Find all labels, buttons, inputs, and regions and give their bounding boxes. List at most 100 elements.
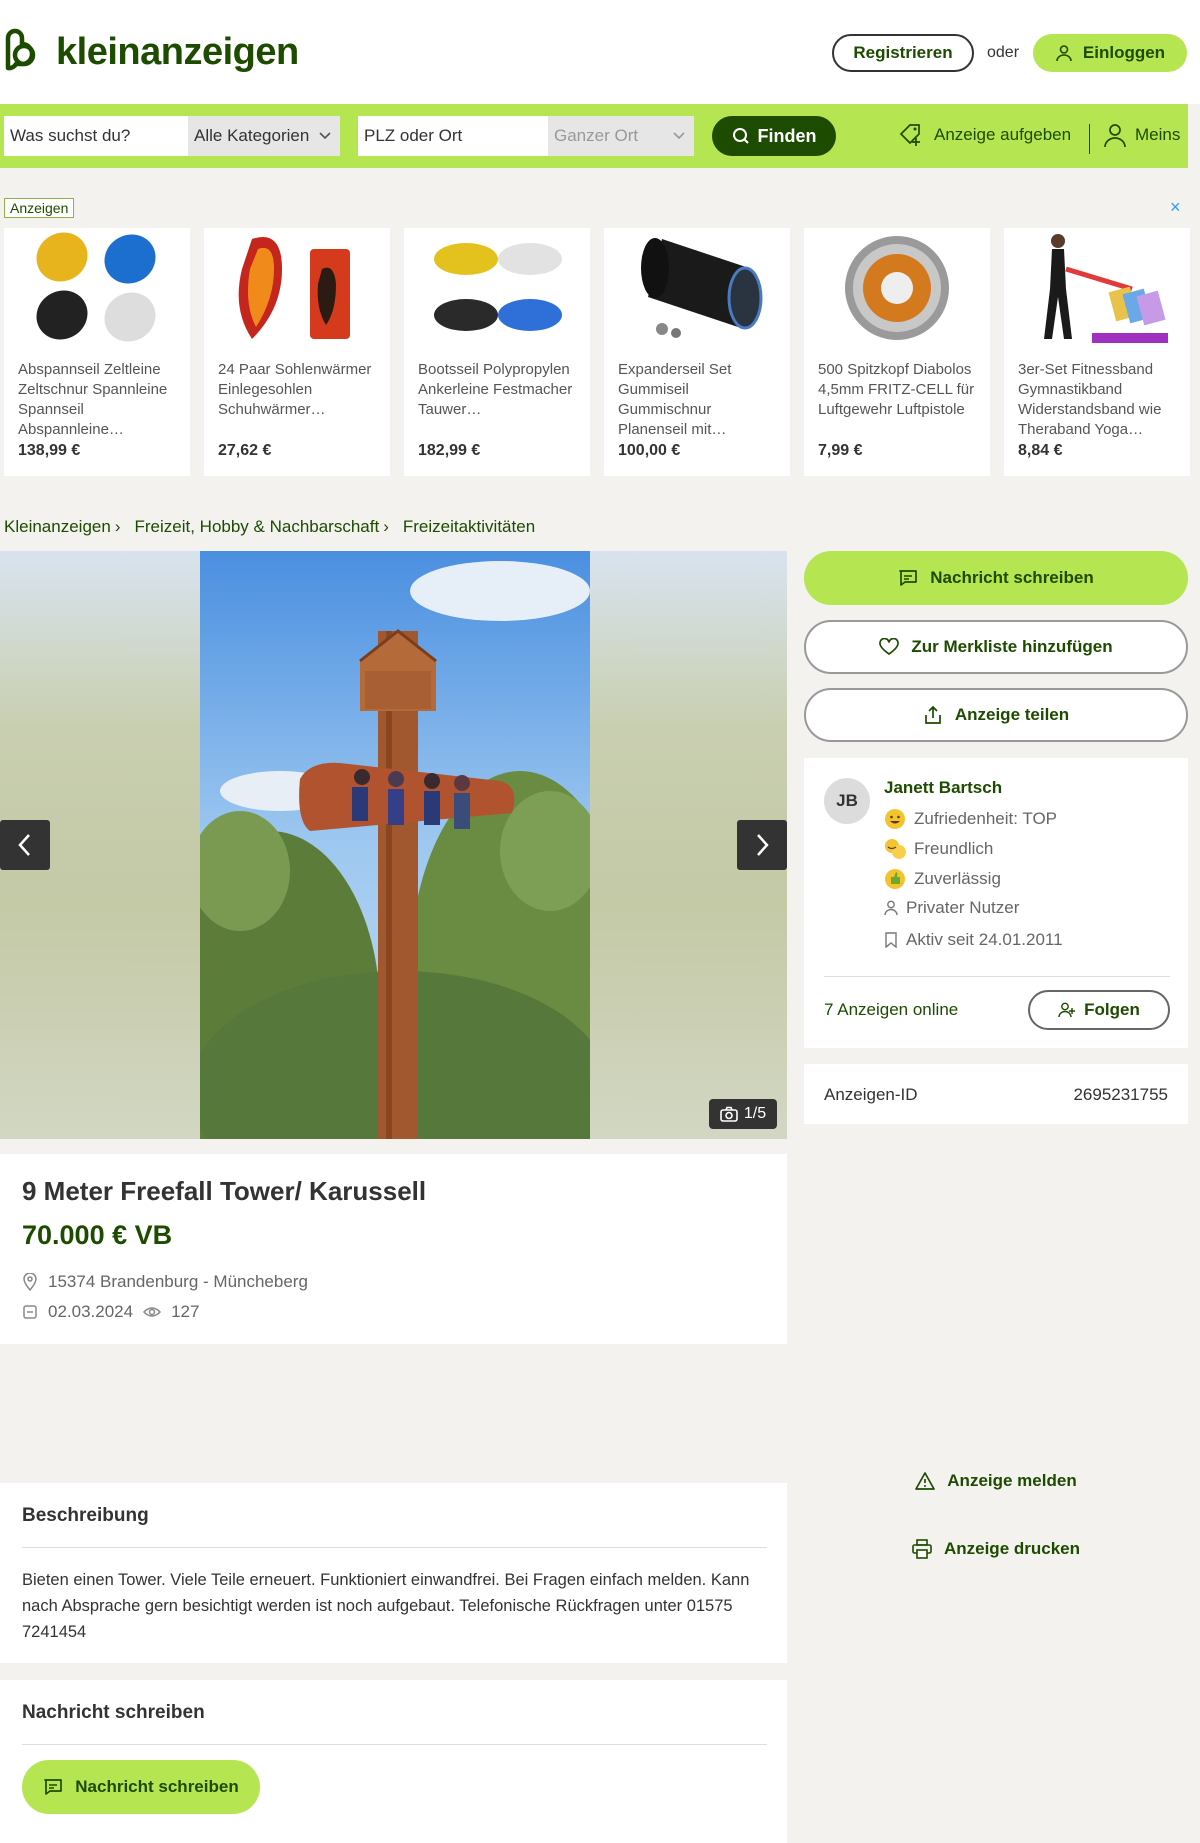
- write-message-bottom-button[interactable]: Nachricht schreiben: [22, 1760, 260, 1814]
- breadcrumb-item[interactable]: Freizeit, Hobby & Nachbarschaft: [134, 517, 379, 537]
- heart-icon: [879, 638, 900, 656]
- search-bar: Was suchst du? Alle Kategorien PLZ oder …: [0, 104, 1188, 168]
- report-ad-label: Anzeige melden: [947, 1471, 1077, 1490]
- follow-button[interactable]: Folgen: [1028, 990, 1170, 1030]
- ad-price: 27,62 €: [218, 442, 272, 459]
- search-icon: [732, 128, 749, 144]
- report-ad-link[interactable]: Anzeige melden: [804, 1471, 1188, 1491]
- gallery-next-button[interactable]: [737, 820, 787, 870]
- boat-rope-icon: [418, 228, 576, 348]
- seller-ads-online-link[interactable]: 7 Anzeigen online: [824, 1000, 958, 1020]
- seller-satisfaction-text: Zufriedenheit: TOP: [914, 809, 1058, 828]
- follow-label: Folgen: [1084, 1000, 1140, 1019]
- ad-price: 7,99 €: [818, 442, 863, 459]
- listing-price: 70.000 € VB: [22, 1220, 173, 1250]
- rope-bundle-icon: [18, 228, 176, 348]
- listing-photo[interactable]: [160, 551, 630, 1139]
- avatar: JB: [824, 778, 870, 824]
- camera-icon: [720, 1106, 738, 1122]
- ad-id-box: Anzeigen-ID 2695231755: [804, 1064, 1188, 1124]
- close-icon[interactable]: ×: [1170, 197, 1181, 218]
- seller-badge-friendly-text: Freundlich: [914, 839, 994, 858]
- find-button[interactable]: Finden: [712, 116, 836, 156]
- insole-warmer-icon: [218, 228, 376, 348]
- divider: [824, 976, 1170, 977]
- seller-badge-friendly: Freundlich: [884, 838, 993, 860]
- post-ad-link[interactable]: Anzeige aufgeben: [898, 122, 1071, 148]
- description-text: Bieten einen Tower. Viele Teile erneuert…: [22, 1571, 750, 1641]
- seller-active-since: Aktiv seit 24.01.2011: [884, 930, 1063, 950]
- write-message-label: Nachricht schreiben: [930, 568, 1094, 587]
- breadcrumb-item[interactable]: Freizeitaktivitäten: [403, 517, 535, 537]
- ad-title: 500 Spitzkopf Diabolos 4,5mm FRITZ-CELL …: [818, 361, 975, 418]
- listing-location: 15374 Brandenburg - Müncheberg: [22, 1272, 308, 1292]
- ad-card[interactable]: Bootsseil Polypropylen Ankerleine Festma…: [404, 228, 590, 476]
- breadcrumb-item[interactable]: Kleinanzeigen: [4, 517, 111, 537]
- ad-price: 8,84 €: [1018, 442, 1063, 459]
- chevron-right-icon: [757, 834, 769, 856]
- ad-card[interactable]: 500 Spitzkopf Diabolos 4,5mm FRITZ-CELL …: [804, 228, 990, 476]
- user-icon: [1104, 124, 1126, 148]
- post-ad-label: Anzeige aufgeben: [934, 125, 1072, 144]
- share-ad-button[interactable]: Anzeige teilen: [804, 688, 1188, 742]
- radius-select[interactable]: Ganzer Ort: [548, 116, 694, 156]
- chevron-down-icon: [319, 132, 331, 140]
- ad-title: 3er-Set Fitnessband Gymnastikband Widers…: [1018, 361, 1162, 438]
- ad-card[interactable]: 24 Paar Sohlenwärmer Einlegesohlen Schuh…: [204, 228, 390, 476]
- ad-price: 100,00 €: [618, 442, 681, 459]
- radius-value: Ganzer Ort: [554, 126, 639, 145]
- gallery-prev-button[interactable]: [0, 820, 50, 870]
- register-button[interactable]: Registrieren: [832, 34, 974, 72]
- pellet-tin-icon: [818, 228, 976, 348]
- friendly-badge-icon: [885, 839, 906, 859]
- seller-name[interactable]: Janett Bartsch: [884, 778, 1002, 798]
- search-input[interactable]: Was suchst du?: [4, 116, 188, 156]
- my-account-link[interactable]: Meins: [1103, 122, 1180, 148]
- printer-icon: [912, 1539, 932, 1559]
- divider: [22, 1547, 767, 1548]
- seller-active-since-text: Aktiv seit 24.01.2011: [906, 930, 1063, 949]
- warning-icon: [915, 1472, 936, 1490]
- ad-card[interactable]: 3er-Set Fitnessband Gymnastikband Widers…: [1004, 228, 1190, 476]
- write-message-button[interactable]: Nachricht schreiben: [804, 551, 1188, 605]
- ad-card[interactable]: Abspannseil Zeltleine Zeltschnur Spannle…: [4, 228, 190, 476]
- message-icon: [44, 1779, 63, 1795]
- ad-title: Abspannseil Zeltleine Zeltschnur Spannle…: [18, 361, 168, 438]
- user-icon: [1056, 45, 1072, 62]
- description-section: Beschreibung Bieten einen Tower. Viele T…: [0, 1483, 787, 1663]
- location-input[interactable]: PLZ oder Ort: [358, 116, 548, 156]
- listing-date: 02.03.2024: [48, 1302, 134, 1321]
- site-header: kleinanzeigen Registrieren oder Einlogge…: [0, 0, 1200, 104]
- chevron-right-icon: ›: [383, 517, 389, 536]
- share-icon: [924, 705, 941, 724]
- seller-badge-reliable-text: Zuverlässig: [914, 869, 1001, 888]
- or-text: oder: [987, 44, 1020, 61]
- gallery-counter-text: 1/5: [743, 1105, 767, 1122]
- print-ad-label: Anzeige drucken: [943, 1539, 1081, 1558]
- listing-location-text: 15374 Brandenburg - Müncheberg: [48, 1272, 308, 1291]
- add-to-watchlist-button[interactable]: Zur Merkliste hinzufügen: [804, 620, 1188, 674]
- print-ad-link[interactable]: Anzeige drucken: [804, 1539, 1188, 1559]
- listing-title: 9 Meter Freefall Tower/ Karussell: [22, 1176, 427, 1206]
- my-label: Meins: [1135, 125, 1181, 144]
- chevron-left-icon: [18, 834, 30, 856]
- calendar-icon: [23, 1305, 37, 1319]
- user-icon: [884, 900, 898, 916]
- tag-plus-icon: [899, 124, 920, 146]
- chevron-down-icon: [673, 132, 685, 140]
- seller-satisfaction: Zufriedenheit: TOP: [884, 808, 1057, 830]
- write-message-bottom-label: Nachricht schreiben: [75, 1777, 239, 1796]
- eye-icon: [143, 1307, 162, 1317]
- listing-views: 127: [171, 1302, 200, 1321]
- category-select[interactable]: Alle Kategorien: [188, 116, 340, 156]
- site-logo[interactable]: kleinanzeigen: [2, 28, 299, 76]
- login-label: Einloggen: [1082, 43, 1166, 62]
- listing-meta: 02.03.2024 127: [22, 1302, 199, 1322]
- ad-card[interactable]: Expanderseil Set Gummiseil Gummischnur P…: [604, 228, 790, 476]
- divider: [22, 1744, 767, 1745]
- ad-title: Expanderseil Set Gummiseil Gummischnur P…: [618, 361, 732, 438]
- login-button[interactable]: Einloggen: [1033, 34, 1187, 72]
- listing-summary: 9 Meter Freefall Tower/ Karussell 70.000…: [0, 1154, 787, 1344]
- ad-title: 24 Paar Sohlenwärmer Einlegesohlen Schuh…: [218, 361, 372, 418]
- seller-type: Privater Nutzer: [884, 898, 1019, 918]
